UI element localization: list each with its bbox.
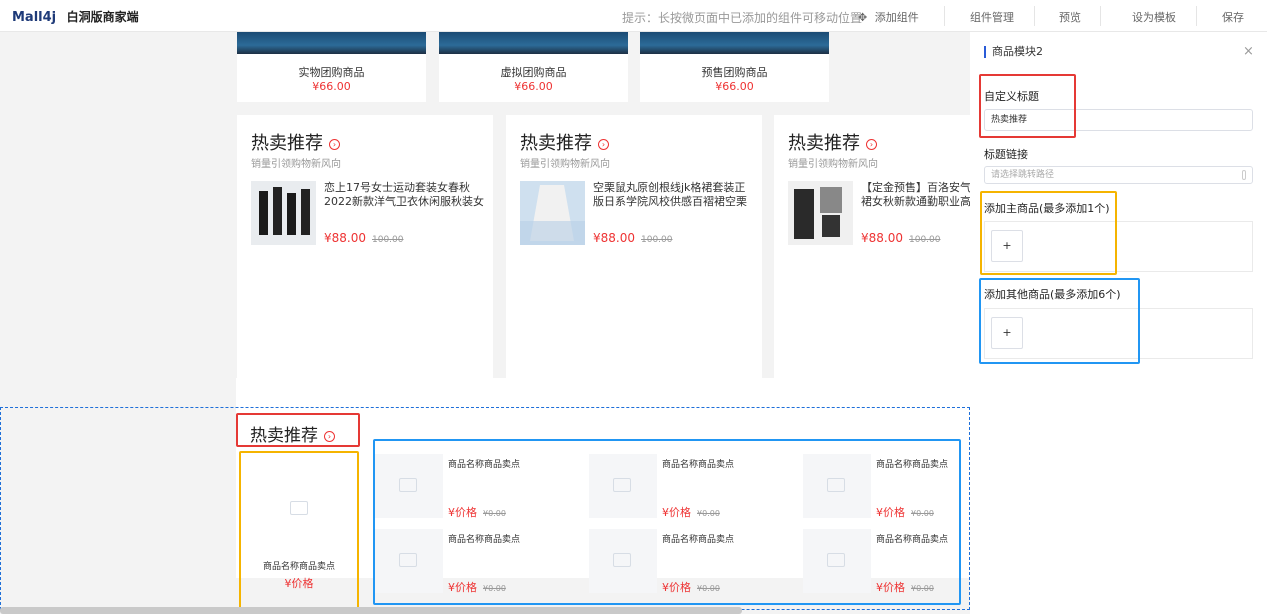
grid-products-highlight bbox=[373, 439, 961, 605]
original-price: 100.00 bbox=[641, 235, 673, 245]
add-main-highlight bbox=[980, 191, 1117, 275]
card-title: 热卖推荐 › bbox=[251, 129, 340, 155]
product-name: 虚拟团购商品 bbox=[500, 66, 567, 79]
product-name: 预售团购商品 bbox=[701, 66, 768, 79]
title-link-placeholder: 请选择跳转路径 bbox=[991, 170, 1055, 180]
brand-name: Mall4j bbox=[12, 10, 57, 25]
component-manage-button[interactable]: 组件管理 bbox=[970, 9, 1014, 25]
hot-recommend-card[interactable]: 热卖推荐› 销量引领购物新风向 【定金预售】百洛安气质优雅身裙女秋新款通勤职业高… bbox=[774, 115, 970, 407]
logo: Mall4j 白洞版商家端 bbox=[12, 8, 139, 25]
product-price: ¥88.00 100.00 bbox=[324, 231, 404, 245]
product-image bbox=[237, 32, 426, 54]
top-bar: Mall4j 白洞版商家端 提示：长按微页面中已添加的组件可移动位置 ✥ 添加组… bbox=[0, 0, 1267, 32]
panel-title: 商品模块2 bbox=[984, 46, 1043, 58]
original-price: 100.00 bbox=[909, 235, 941, 245]
add-component-label: 添加组件 bbox=[874, 11, 919, 24]
add-component-button[interactable]: ✥ 添加组件 bbox=[858, 9, 919, 25]
product-price: ¥66.00 bbox=[715, 80, 754, 93]
product-name: 实物团购商品 bbox=[298, 66, 365, 79]
product-image bbox=[520, 181, 585, 245]
card-subtitle: 销量引领购物新风向 bbox=[251, 159, 341, 170]
top-product-card[interactable]: 预售团购商品 ¥66.00 bbox=[640, 32, 829, 102]
close-icon[interactable]: × bbox=[1243, 44, 1254, 59]
divider bbox=[944, 6, 945, 26]
main-product-highlight bbox=[239, 451, 359, 611]
divider bbox=[1100, 6, 1101, 26]
hot-recommend-card[interactable]: 热卖推荐 › 销量引领购物新风向 恋上17号女士运动套装女春秋2022新款洋气卫衣… bbox=[237, 115, 493, 407]
select-arrow-icon bbox=[1242, 170, 1246, 180]
preview-button[interactable]: 预览 bbox=[1059, 9, 1081, 25]
product-price: ¥88.00 100.00 bbox=[593, 231, 673, 245]
card-subtitle: 销量引领购物新风向 bbox=[520, 159, 610, 170]
tip-text: 提示：长按微页面中已添加的组件可移动位置 bbox=[622, 11, 863, 25]
product-price: ¥66.00 bbox=[514, 80, 553, 93]
product-price: ¥66.00 bbox=[312, 80, 351, 93]
component-icon: ✥ bbox=[858, 11, 868, 24]
product-image bbox=[640, 32, 829, 54]
card-subtitle: 销量引领购物新风向 bbox=[788, 159, 878, 170]
horizontal-scrollbar[interactable] bbox=[0, 607, 742, 614]
card-title: 热卖推荐 › bbox=[788, 129, 877, 155]
top-product-card[interactable]: 虚拟团购商品 ¥66.00 bbox=[439, 32, 628, 102]
product-image bbox=[439, 32, 628, 54]
title-highlight bbox=[236, 413, 360, 447]
product-name: 空栗鼠丸原创根线jk格裙套装正版日系学院风校供感百褶裙空栗鼠丸原创根… bbox=[593, 181, 747, 208]
product-price: ¥88.00 100.00 bbox=[861, 231, 941, 245]
chevron-right-icon: › bbox=[329, 138, 340, 150]
product-name: 恋上17号女士运动套装女春秋2022新款洋气卫衣休闲服秋装女装加绒恋上… bbox=[324, 181, 484, 208]
app-subtitle: 白洞版商家端 bbox=[66, 10, 139, 24]
chevron-right-icon: › bbox=[866, 138, 877, 150]
original-price: 100.00 bbox=[372, 235, 404, 245]
card-title: 热卖推荐 › bbox=[520, 129, 609, 155]
settings-panel: 商品模块2 × 自定义标题 热卖推荐 标题链接 请选择跳转路径 添加主商品(最多… bbox=[970, 32, 1267, 614]
save-button[interactable]: 保存 bbox=[1222, 9, 1244, 25]
custom-title-highlight bbox=[979, 74, 1076, 138]
chevron-right-icon: › bbox=[598, 138, 609, 150]
product-image bbox=[251, 181, 316, 245]
product-name: 【定金预售】百洛安气质优雅身裙女秋新款通勤职业高腰… bbox=[861, 181, 970, 208]
add-other-highlight bbox=[979, 278, 1140, 364]
set-template-button[interactable]: 设为模板 bbox=[1132, 9, 1176, 25]
title-link-input[interactable]: 请选择跳转路径 bbox=[984, 166, 1253, 184]
divider bbox=[1034, 6, 1035, 26]
product-image bbox=[788, 181, 853, 245]
title-link-label: 标题链接 bbox=[984, 148, 1028, 161]
hot-recommend-card[interactable]: 热卖推荐 › 销量引领购物新风向 空栗鼠丸原创根线jk格裙套装正版日系学院风校供感… bbox=[506, 115, 762, 407]
divider bbox=[1196, 6, 1197, 26]
top-product-card[interactable]: 实物团购商品 ¥66.00 bbox=[237, 32, 426, 102]
